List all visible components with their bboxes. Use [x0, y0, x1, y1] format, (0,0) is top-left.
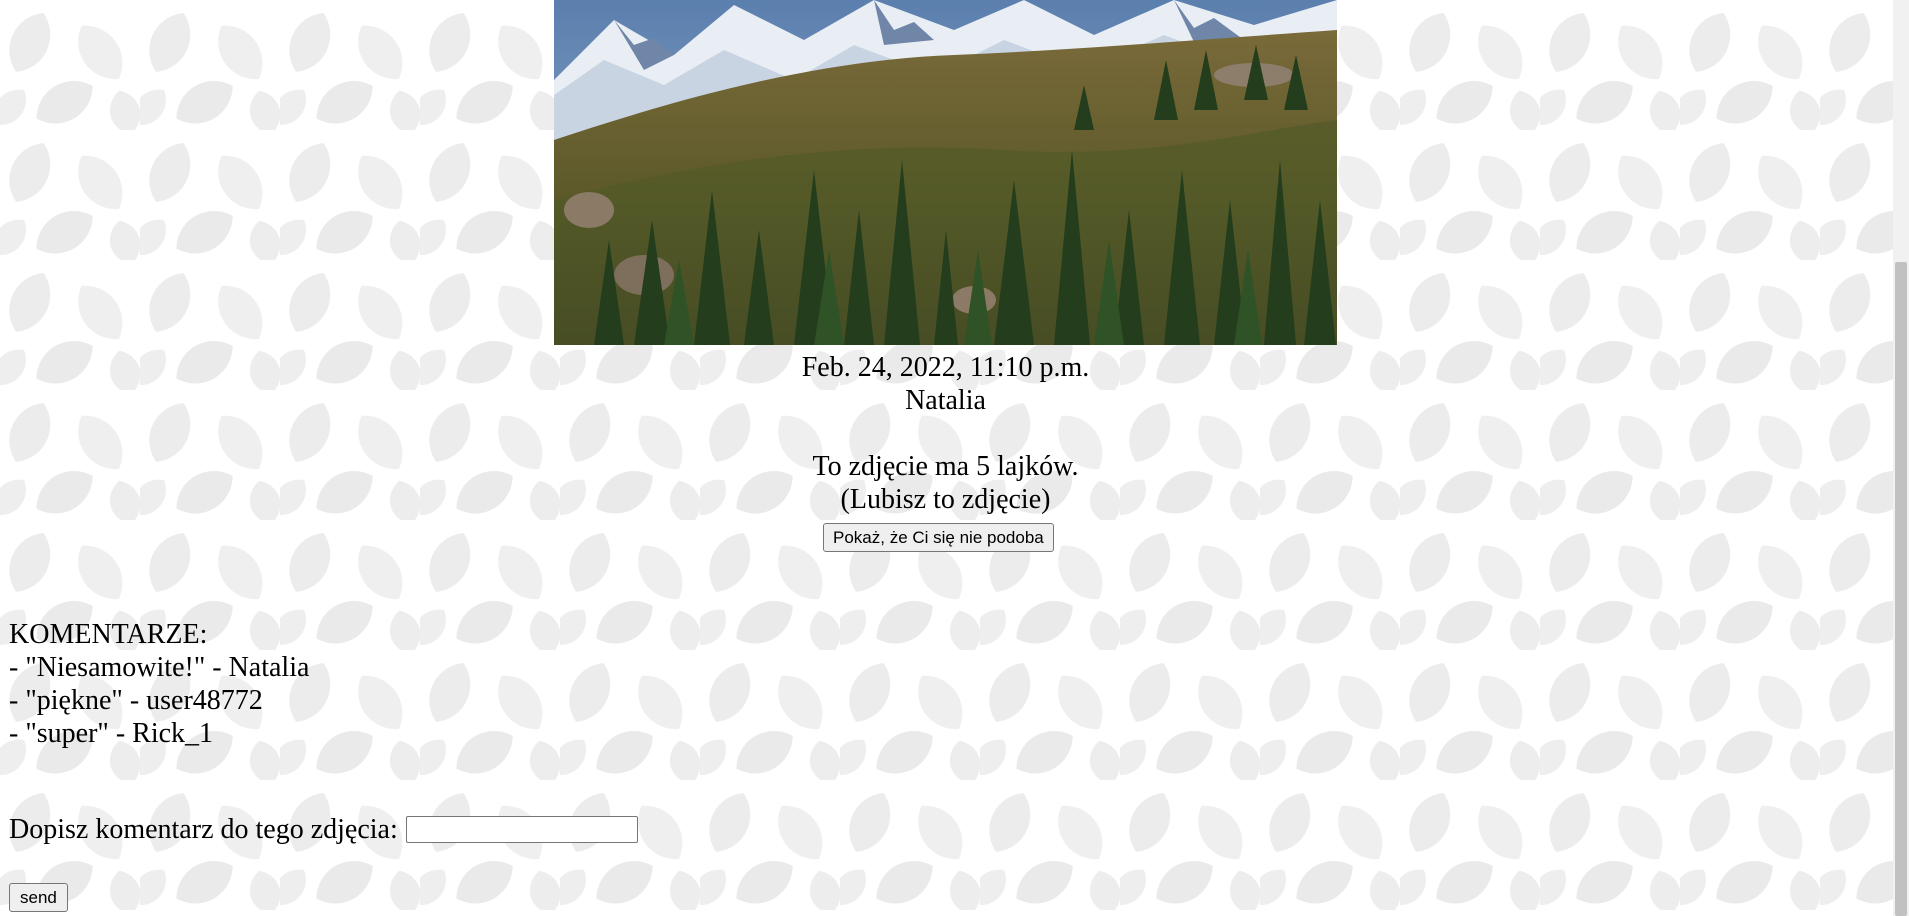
post-author: Natalia — [905, 385, 986, 416]
add-comment-form: Dopisz komentarz do tego zdjęcia: — [9, 813, 638, 846]
comment-item: - "super" - Rick_1 — [9, 718, 214, 749]
post-photo — [554, 0, 1337, 345]
send-button[interactable]: send — [9, 883, 68, 912]
comment-item: - "Niesamowite!" - Natalia — [9, 652, 310, 683]
add-comment-label: Dopisz komentarz do tego zdjęcia: — [9, 814, 398, 845]
comment-input[interactable] — [405, 816, 638, 843]
dislike-button[interactable]: Pokaż, że Ci się nie podoba — [823, 523, 1054, 552]
scrollbar-thumb[interactable] — [1895, 262, 1907, 916]
page-content: Feb. 24, 2022, 11:10 p.m. Natalia To zdj… — [0, 0, 1893, 916]
post-date: Feb. 24, 2022, 11:10 p.m. — [801, 352, 1090, 383]
liked-status-text: (Lubisz to zdjęcie) — [840, 484, 1051, 515]
comments-heading: KOMENTARZE: — [9, 619, 208, 650]
likes-count-text: To zdjęcie ma 5 lajków. — [812, 451, 1079, 482]
comment-item: - "piękne" - user48772 — [9, 685, 263, 716]
comments-section: KOMENTARZE: - "Niesamowite!" - Natalia -… — [9, 618, 309, 750]
vertical-scrollbar[interactable] — [1893, 0, 1909, 916]
